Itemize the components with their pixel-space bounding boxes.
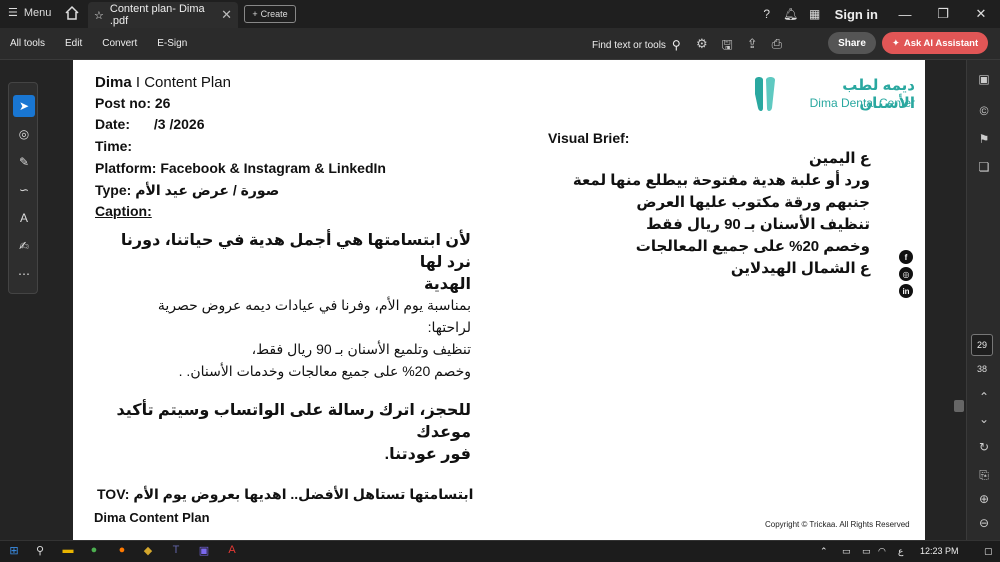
quick-tools-panel: ➤ ◎ ✎ ∽ A ✍ ⋯ (8, 82, 38, 294)
document-tab[interactable]: ☆ Content plan- Dima .pdf ✕ (88, 2, 238, 28)
notification-bell-icon[interactable]: 🔔︎ (779, 7, 803, 21)
sign-in-button[interactable]: Sign in (835, 7, 878, 22)
ai-assistant-button[interactable]: ✦ Ask AI Assistant (882, 32, 988, 54)
caption-body: بمناسبة يوم الأم، وفرنا في عيادات ديمه ع… (157, 297, 471, 379)
tooth-logo-icon (755, 77, 775, 111)
create-button[interactable]: + Create (244, 5, 296, 23)
menu-e-sign[interactable]: E-Sign (157, 38, 187, 49)
text-box-icon[interactable]: A (13, 207, 35, 229)
tab-title: Content plan- Dima .pdf (109, 3, 205, 27)
taskbar-search-icon[interactable]: ⚲ (32, 544, 48, 560)
linkedin-icon: in (899, 284, 913, 298)
tone-of-voice: TOV: ابتسامتها تستاهل الأفضل.. اهديها بع… (97, 486, 474, 502)
chrome-icon[interactable]: ● (86, 544, 102, 560)
notifications-icon[interactable]: ▢ (984, 546, 993, 557)
zoom-out-icon[interactable]: ⊖ (975, 516, 993, 534)
brief-line: وخصم 20% على جميع المعالجات (635, 238, 870, 255)
restore-icon[interactable]: ❐ (924, 6, 962, 22)
acrobat-icon[interactable]: A (224, 544, 240, 560)
brief-line: جنبهم ورقة مكتوب عليها العرض (636, 194, 870, 211)
share-button[interactable]: Share (828, 32, 876, 54)
clock[interactable]: 12:23 PM (920, 546, 959, 556)
close-window-icon[interactable]: ✕ (962, 6, 1000, 22)
bookmark-icon[interactable]: ⚑ (975, 132, 993, 150)
close-tab-icon[interactable]: ✕ (221, 7, 232, 23)
menu-label: Menu (23, 6, 52, 19)
language-indicator[interactable]: ع (898, 546, 903, 557)
page-down-icon[interactable]: ⌄ (975, 412, 993, 430)
battery-icon[interactable]: ▭ (842, 546, 851, 557)
save-icon[interactable]: 🖫︎ (722, 36, 733, 58)
visual-brief-list: ع اليمين ورد أو علبة هدية مفتوحة بيطلع م… (548, 148, 870, 280)
footer-title: Dima Content Plan (94, 510, 210, 525)
caption-cta: للحجز، اترك رسالة على الواتساب وسيتم تأك… (116, 402, 472, 463)
select-cursor-icon[interactable]: ➤ (13, 95, 35, 117)
instagram-icon: ◎ (899, 267, 913, 281)
brief-line: ورد أو علبة هدية مفتوحة بيطلع منها لمعة (572, 172, 870, 189)
caption-headline: لأن ابتسامتها هي أجمل هدية في حياتنا، دو… (120, 232, 471, 293)
windows-taskbar: ⊞ ⚲ ▬ ● ● ◆ T ▣ A ⌃ ▭ ▭ ◠ ع 12:23 PM ▢ (0, 540, 1000, 562)
copyright-text: Copyright © Trickaa. All Rights Reserved (765, 520, 910, 529)
dima-logo: ديمه لطب الأسنان Dima Dental Center (749, 74, 917, 114)
help-icon[interactable]: ? (755, 7, 779, 21)
visual-brief-label: Visual Brief: (548, 130, 630, 146)
hamburger-icon: ☰ (8, 7, 18, 19)
logo-english: Dima Dental Center (809, 96, 915, 110)
zoom-in-icon[interactable]: ⊕ (975, 492, 993, 510)
ai-sparkle-icon: ✦ (891, 37, 900, 49)
highlight-pen-icon[interactable]: ✎ (13, 151, 35, 173)
menu-all-tools[interactable]: All tools (10, 38, 45, 49)
menu-edit[interactable]: Edit (65, 38, 82, 49)
teams-icon[interactable]: T (168, 544, 184, 560)
sign-icon[interactable]: ✍ (13, 235, 35, 257)
wifi-icon[interactable]: ◠ (878, 546, 886, 557)
pdf-page: Dima I Content Plan Post no: 26 Date: /3… (73, 60, 925, 540)
view-pages-icon[interactable]: ▣ (975, 72, 993, 90)
menu-button[interactable]: ☰ Menu (8, 6, 52, 20)
type-row: Type: صورة / عرض عيد الأم (95, 182, 280, 198)
minimize-icon[interactable]: — (886, 7, 924, 22)
star-icon[interactable]: ☆ (94, 9, 104, 22)
vertical-scrollbar[interactable] (954, 400, 964, 412)
file-explorer-icon[interactable]: ▬ (60, 544, 76, 560)
app2-icon[interactable]: ▣ (196, 544, 212, 560)
doc-header: Dima I Content Plan (95, 74, 231, 91)
search-icon: ⚲ (671, 38, 681, 52)
plus-icon: + (252, 9, 258, 19)
display-icon[interactable]: ▭ (862, 546, 871, 557)
caption-label: Caption: (95, 203, 152, 219)
current-page-input[interactable]: 29 (971, 334, 993, 356)
extract-page-icon[interactable]: ⎘ (975, 468, 993, 486)
title-bar: ☰ Menu ☆ Content plan- Dima .pdf ✕ + Cre… (0, 0, 1000, 28)
total-pages: 38 (976, 364, 987, 374)
comment-panel-icon[interactable]: © (975, 104, 993, 122)
tray-chevron-icon[interactable]: ⌃ (820, 546, 828, 557)
brief-line: ع الشمال الهيدلاين (730, 260, 870, 277)
brief-line: ع اليمين (809, 150, 870, 167)
post-number: Post no: 26 (95, 95, 171, 111)
rotate-icon[interactable]: ↻ (975, 440, 993, 458)
find-tools[interactable]: Find text or tools ⚲ (592, 38, 681, 52)
add-comment-icon[interactable]: ◎ (13, 123, 35, 145)
home-icon[interactable] (64, 5, 82, 23)
more-tools-icon[interactable]: ⋯ (13, 263, 35, 285)
platform-row: Platform: Facebook & Instagram & LinkedI… (95, 160, 386, 176)
date-row: Date: /3 /2026 (95, 116, 205, 132)
brief-line: تنظيف الأسنان بـ 90 ريال فقط (646, 216, 870, 233)
right-rail: ▣ © ⚑ ❏ ⌃ ⌄ ↻ ⎘ ⊕ ⊖ (966, 60, 1000, 540)
draw-freehand-icon[interactable]: ∽ (13, 179, 35, 201)
apps-grid-icon[interactable]: ▦ (803, 7, 827, 21)
social-icons: f ◎ in (899, 250, 915, 301)
facebook-icon: f (899, 250, 913, 264)
app-icon[interactable]: ◆ (140, 544, 156, 560)
firefox-icon[interactable]: ● (114, 544, 130, 560)
customize-tools-icon[interactable]: ⚙ (696, 36, 708, 58)
upload-icon[interactable]: ⇪ (747, 36, 758, 58)
menu-convert[interactable]: Convert (102, 38, 137, 49)
attachments-icon[interactable]: ❏ (975, 160, 993, 178)
time-label: Time: (95, 138, 133, 154)
print-icon[interactable]: ⎙ (772, 36, 782, 58)
windows-start-icon[interactable]: ⊞ (6, 544, 22, 560)
page-up-icon[interactable]: ⌃ (975, 390, 993, 408)
